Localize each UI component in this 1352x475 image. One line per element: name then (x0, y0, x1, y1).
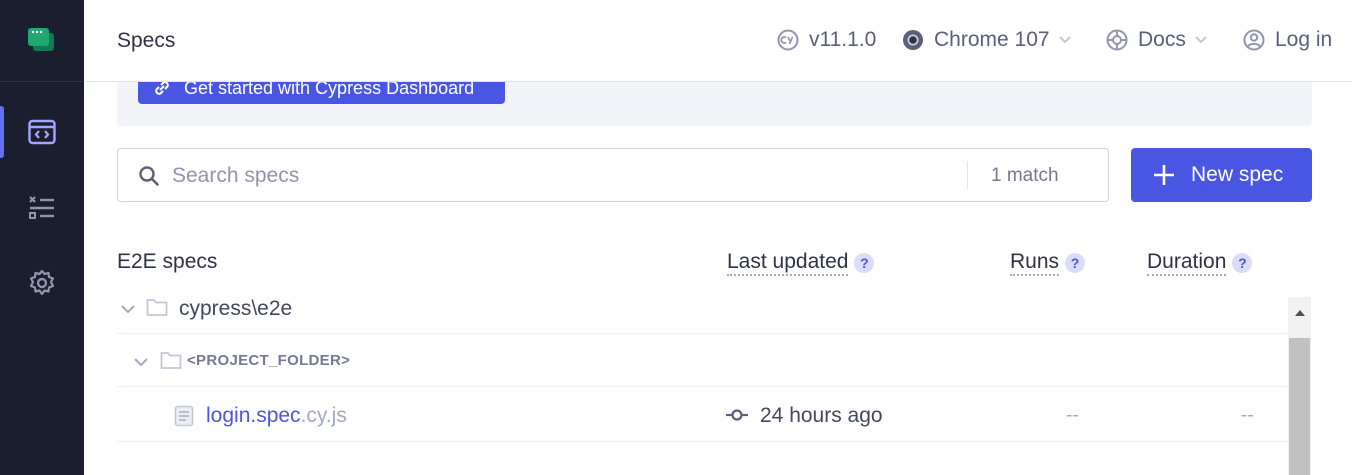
login-button[interactable]: Log in (1243, 25, 1332, 55)
scroll-up-button[interactable] (1288, 297, 1311, 327)
cypress-version-icon (777, 29, 799, 51)
last-updated-value: 24 hours ago (760, 404, 883, 427)
duration-help-icon[interactable]: ? (1232, 253, 1253, 273)
sidebar-item-runs[interactable] (0, 182, 84, 234)
spec-file-extension: .cy.js (300, 404, 347, 427)
duration-label: Duration (1147, 250, 1227, 276)
plus-icon (1154, 165, 1174, 185)
spec-file-link[interactable]: login.spec.cy.js (206, 404, 347, 428)
chevron-down-icon (1195, 36, 1207, 44)
dashboard-banner: Get started with Cypress Dashboard (117, 82, 1312, 126)
new-spec-button[interactable]: New spec (1131, 148, 1312, 202)
chevron-down-icon (1058, 36, 1071, 44)
new-spec-label: New spec (1191, 163, 1284, 186)
user-circle-icon (1243, 29, 1265, 51)
version-label: v11.1.0 (809, 28, 877, 51)
document-icon (174, 405, 194, 427)
runs-value: -- (1066, 405, 1079, 426)
spec-file-row[interactable]: login.spec.cy.js 24 hours ago -- -- (117, 388, 1287, 442)
folder-name: cypress\e2e (179, 297, 293, 320)
match-divider (967, 161, 968, 189)
chrome-icon (903, 30, 923, 50)
specs-icon (28, 119, 56, 145)
runs-help-icon[interactable]: ? (1065, 253, 1086, 273)
top-header: Specs v11.1.0 Chrome 107 Docs Log in (84, 0, 1352, 82)
spec-search-box: 1 match (117, 148, 1109, 202)
last-updated-help-icon[interactable]: ? (854, 253, 875, 273)
duration-header: Duration ? (1147, 250, 1253, 276)
match-count: 1 match (991, 165, 1059, 186)
runs-label: Runs (1010, 250, 1060, 276)
caret-up-icon (1294, 309, 1305, 316)
folder-name: <PROJECT_FOLDER> (187, 352, 351, 369)
search-icon (139, 166, 159, 186)
sidebar-logo-area (0, 0, 84, 82)
scrollbar-thumb[interactable] (1289, 338, 1310, 475)
sidebar-item-specs[interactable] (0, 106, 84, 158)
browser-selector[interactable]: Chrome 107 (902, 25, 1072, 55)
git-commit-icon (726, 409, 748, 421)
sidebar-item-settings[interactable] (0, 257, 84, 309)
cypress-version-link[interactable]: v11.1.0 (777, 25, 876, 55)
chevron-down-icon (134, 358, 148, 367)
link-icon (155, 82, 169, 95)
banner-button-label: Get started with Cypress Dashboard (184, 82, 475, 98)
page-title: Specs (117, 29, 176, 52)
settings-gear-icon (29, 269, 55, 296)
runs-header: Runs ? (1010, 250, 1086, 276)
docs-lifebuoy-icon (1106, 29, 1128, 51)
folder-row[interactable]: <PROJECT_FOLDER> (117, 335, 1287, 387)
specs-section-title: E2E specs (117, 250, 218, 273)
spec-file-basename: login.spec (206, 404, 301, 427)
login-label: Log in (1275, 28, 1333, 51)
docs-label: Docs (1138, 28, 1186, 51)
last-updated-label: Last updated (727, 250, 849, 276)
folder-row[interactable]: cypress\e2e (117, 288, 1287, 334)
chevron-down-icon (121, 305, 135, 314)
cypress-logo-icon[interactable] (28, 27, 54, 53)
runs-list-icon (29, 196, 54, 219)
docs-menu[interactable]: Docs (1106, 25, 1208, 55)
get-started-dashboard-button[interactable]: Get started with Cypress Dashboard (138, 82, 505, 104)
browser-label: Chrome 107 (934, 28, 1050, 51)
last-updated-header: Last updated ? (727, 250, 875, 276)
duration-value: -- (1241, 405, 1254, 426)
sidebar (0, 0, 84, 475)
search-input[interactable] (172, 161, 952, 191)
folder-icon (146, 299, 168, 316)
folder-icon (160, 352, 182, 369)
